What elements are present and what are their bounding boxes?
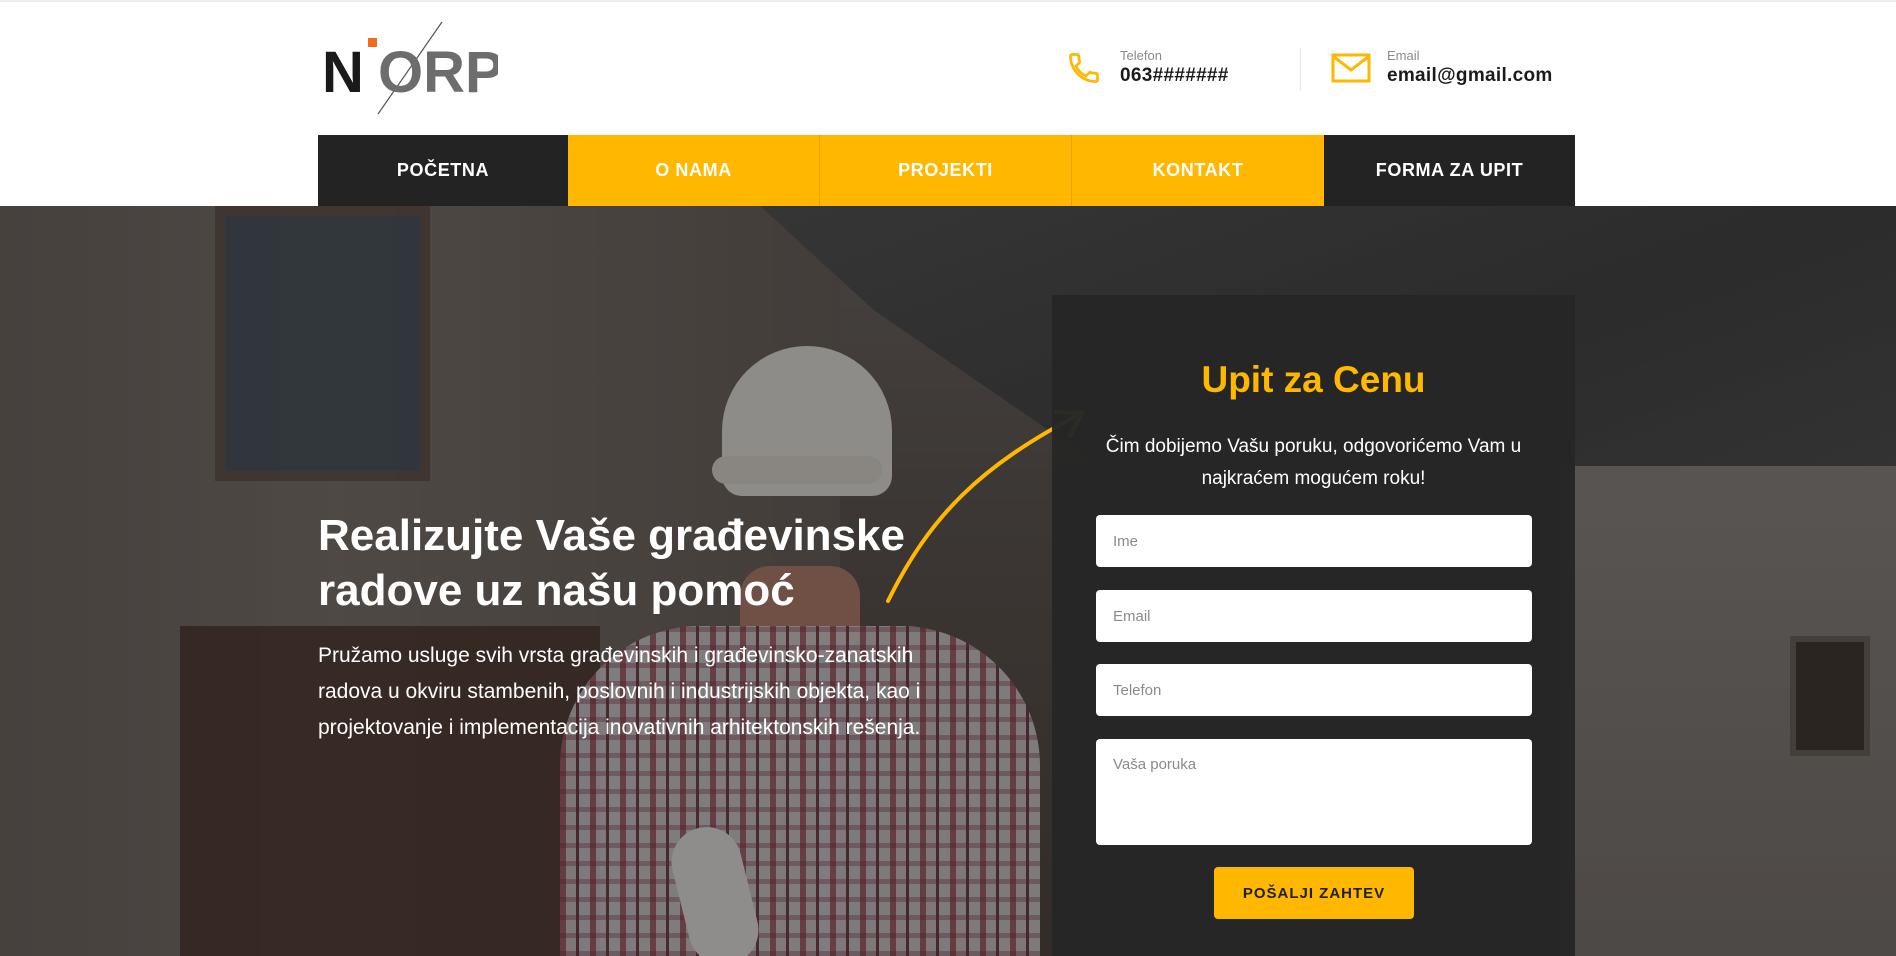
name-input[interactable] [1096,515,1532,567]
norp-logo-icon: N ORP [322,21,504,115]
hero-section: Realizujte Vaše građevinske radove uz na… [0,206,1896,956]
phone-contact[interactable]: Telefon 063####### [1064,46,1229,90]
svg-text:N: N [322,40,364,105]
contact-divider [1300,48,1301,90]
email-input[interactable] [1096,590,1532,642]
email-label: Email [1387,48,1420,63]
main-nav: POČETNA O NAMA PROJEKTI KONTAKT FORMA ZA… [318,135,1575,206]
form-subtitle: Čim dobijemo Vašu poruku, odgovorićemo V… [1105,436,1522,489]
phone-label: Telefon [1120,48,1162,63]
form-title: Upit za Cenu [1201,359,1426,400]
hero-description: Pružamo usluge svih vrsta građevinskih i… [318,644,921,739]
phone-input[interactable] [1096,664,1532,716]
nav-item-forma-za-upit[interactable]: FORMA ZA UPIT [1324,135,1575,206]
email-contact[interactable]: Email email@gmail.com [1331,46,1553,90]
svg-text:ORP: ORP [378,40,498,105]
envelope-icon [1331,48,1371,88]
email-value[interactable]: email@gmail.com [1387,64,1553,88]
nav-item-projekti[interactable]: PROJEKTI [820,135,1072,206]
nav-item-o-nama[interactable]: O NAMA [568,135,820,206]
phone-icon [1064,48,1104,88]
nav-item-pocetna[interactable]: POČETNA [318,135,568,206]
hero-title: Realizujte Vaše građevinske radove uz na… [318,511,905,615]
nav-item-kontakt[interactable]: KONTAKT [1072,135,1324,206]
phone-value[interactable]: 063####### [1120,64,1229,88]
site-header: N ORP Telefon 063####### Email email@gma… [0,2,1896,135]
message-textarea[interactable] [1096,739,1532,845]
quote-request-form: Upit za Cenu Čim dobijemo Vašu poruku, o… [1052,295,1575,956]
submit-button[interactable]: POŠALJI ZAHTEV [1214,867,1414,919]
site-logo[interactable]: N ORP [318,20,504,120]
